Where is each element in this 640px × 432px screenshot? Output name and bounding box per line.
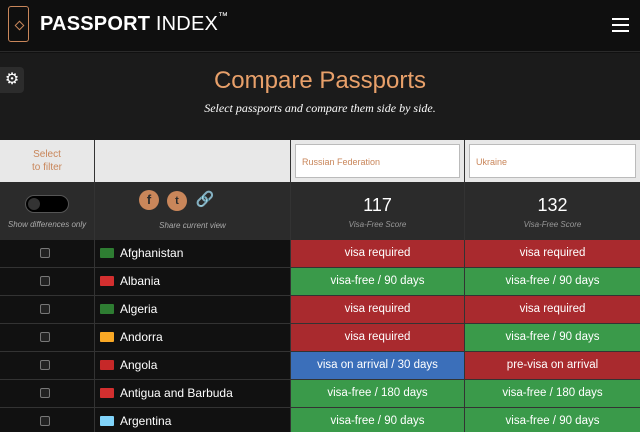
country-flag-icon [100, 276, 114, 286]
column-divider [94, 140, 95, 432]
table-row: Andorra visa required visa-free / 90 days [0, 324, 640, 352]
country-flag-icon [100, 304, 114, 314]
top-bar: PASSPORT INDEX™ [0, 0, 640, 52]
country-flag-icon [100, 248, 114, 258]
passport-select-1[interactable]: Russian Federation [295, 144, 460, 178]
row-checkbox-cell [0, 352, 94, 379]
country-name[interactable]: Algeria [95, 296, 290, 323]
hamburger-menu-icon[interactable] [612, 18, 629, 32]
row-checkbox[interactable] [40, 416, 50, 426]
score-cell-1: 117 Visa-Free Score [291, 182, 464, 240]
visa-status-2[interactable]: visa-free / 90 days [465, 268, 640, 295]
country-flag-icon [100, 388, 114, 398]
share-cell: f t 🔗 Share current view [95, 182, 290, 240]
visa-status-1[interactable]: visa-free / 90 days [291, 408, 464, 432]
visa-status-2[interactable]: visa required [465, 240, 640, 267]
visa-status-1[interactable]: visa required [291, 296, 464, 323]
row-checkbox-cell [0, 380, 94, 407]
table-row: Algeria visa required visa required [0, 296, 640, 324]
row-checkbox-cell [0, 408, 94, 432]
visa-status-1[interactable]: visa on arrival / 30 days [291, 352, 464, 379]
comparison-table: Afghanistan visa required visa required Alb… [0, 240, 640, 432]
hero-section: ⚙ Compare Passports Select passports and… [0, 53, 640, 140]
column-divider [290, 140, 291, 432]
score-cell-2: 132 Visa-Free Score [465, 182, 640, 240]
visa-status-1[interactable]: visa required [291, 324, 464, 351]
row-checkbox[interactable] [40, 388, 50, 398]
row-checkbox[interactable] [40, 248, 50, 258]
country-flag-icon [100, 360, 114, 370]
visa-status-2[interactable]: visa required [465, 296, 640, 323]
page-title: Compare Passports [213, 67, 427, 94]
visa-status-2[interactable]: visa-free / 180 days [465, 380, 640, 407]
link-icon[interactable]: 🔗 [195, 190, 215, 210]
row-checkbox-cell [0, 240, 94, 267]
row-checkbox[interactable] [40, 304, 50, 314]
visa-free-score-2: 132 [537, 195, 568, 215]
visa-status-1[interactable]: visa-free / 90 days [291, 268, 464, 295]
visa-status-2[interactable]: visa-free / 90 days [465, 408, 640, 432]
row-checkbox[interactable] [40, 332, 50, 342]
column-divider [464, 140, 465, 432]
page-subtitle: Select passports and compare them side b… [204, 101, 436, 115]
show-differences-toggle[interactable] [25, 195, 69, 213]
visa-status-1[interactable]: visa-free / 180 days [291, 380, 464, 407]
row-checkbox[interactable] [40, 276, 50, 286]
visa-status-1[interactable]: visa required [291, 240, 464, 267]
visa-free-score-1: 117 [363, 195, 392, 215]
facebook-icon[interactable]: f [139, 190, 159, 210]
show-differences-label: Show differences only [7, 220, 87, 229]
twitter-icon[interactable]: t [167, 191, 187, 211]
visa-status-2[interactable]: pre-visa on arrival [465, 352, 640, 379]
brand-name[interactable]: PASSPORT INDEX™ [40, 11, 228, 36]
table-row: Argentina visa-free / 90 days visa-free / … [0, 408, 640, 432]
country-name[interactable]: Antigua and Barbuda [95, 380, 290, 407]
row-checkbox-cell [0, 324, 94, 351]
country-flag-icon [100, 332, 114, 342]
country-name[interactable]: Argentina [95, 408, 290, 432]
table-row: Albania visa-free / 90 days visa-free / 90… [0, 268, 640, 296]
country-name[interactable]: Andorra [95, 324, 290, 351]
row-checkbox[interactable] [40, 360, 50, 370]
passport-select-1-cell: Russian Federation [291, 140, 464, 182]
row-checkbox-cell [0, 268, 94, 295]
differences-toggle-cell: Show differences only [0, 182, 94, 240]
score-label-1: Visa-Free Score [348, 220, 407, 229]
country-name[interactable]: Afghanistan [95, 240, 290, 267]
row-checkbox-cell [0, 296, 94, 323]
visa-status-2[interactable]: visa-free / 90 days [465, 324, 640, 351]
table-row: Afghanistan visa required visa required [0, 240, 640, 268]
filter-header: Select to filter [0, 140, 94, 182]
table-row: Antigua and Barbuda visa-free / 180 days v… [0, 380, 640, 408]
country-header-blank [95, 140, 290, 182]
score-label-2: Visa-Free Score [523, 220, 582, 229]
country-name[interactable]: Angola [95, 352, 290, 379]
passport-select-2-cell: Ukraine [465, 140, 640, 182]
share-label: Share current view [159, 221, 226, 230]
country-name[interactable]: Albania [95, 268, 290, 295]
table-row: Angola visa on arrival / 30 days pre-visa … [0, 352, 640, 380]
country-flag-icon [100, 416, 114, 426]
passport-select-2[interactable]: Ukraine [469, 144, 636, 178]
passport-logo-icon[interactable] [8, 6, 29, 42]
